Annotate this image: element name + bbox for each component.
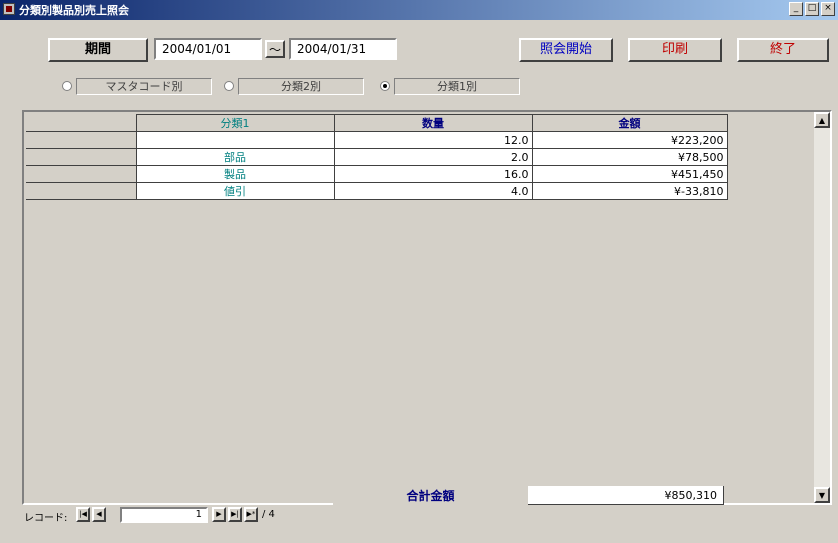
close-button[interactable]: × xyxy=(821,2,835,16)
tilde-label: 〜 xyxy=(265,40,285,58)
print-button[interactable]: 印刷 xyxy=(628,38,722,62)
scroll-up-icon[interactable]: ▲ xyxy=(814,112,830,128)
minimize-button[interactable]: _ xyxy=(789,2,803,16)
total-amount-value: ¥850,310 xyxy=(528,486,724,505)
amount-cell[interactable]: ¥223,200 xyxy=(531,131,728,149)
record-navigation: レコード: |◀ ◀ 1 ▶ ▶| ▶* / 4 xyxy=(22,506,622,524)
category-cell[interactable]: 部品 xyxy=(135,148,335,166)
row-selector[interactable] xyxy=(26,148,136,166)
column-header[interactable]: 分類1 xyxy=(135,114,335,132)
table-header-row: 分類1 数量 金額 xyxy=(26,114,728,132)
radio-label: 分類2別 xyxy=(238,78,364,95)
row-selector[interactable] xyxy=(26,165,136,183)
start-query-button[interactable]: 照会開始 xyxy=(519,38,613,62)
amount-cell[interactable]: ¥451,450 xyxy=(531,165,728,183)
table-row[interactable]: 値引 4.0 ¥-33,810 xyxy=(26,182,728,200)
app-icon xyxy=(3,3,15,15)
radio-button[interactable] xyxy=(62,81,72,91)
radio-class1[interactable]: 分類1別 xyxy=(380,78,522,96)
next-record-icon[interactable]: ▶ xyxy=(212,507,226,522)
radio-label: 分類1別 xyxy=(394,78,520,95)
exit-button[interactable]: 終了 xyxy=(737,38,829,62)
maximize-button[interactable]: □ xyxy=(805,2,819,16)
row-selector-header xyxy=(26,114,136,132)
column-header[interactable]: 数量 xyxy=(333,114,533,132)
row-selector[interactable] xyxy=(26,131,136,149)
quantity-cell[interactable]: 2.0 xyxy=(333,148,533,166)
radio-master-code[interactable]: マスタコード別 xyxy=(62,78,214,96)
last-record-icon[interactable]: ▶| xyxy=(228,507,242,522)
new-record-icon[interactable]: ▶* xyxy=(244,507,258,522)
results-table: 分類1 数量 金額 12.0 ¥223,200 部品 2.0 ¥78,500 製… xyxy=(26,114,728,200)
category-cell[interactable]: 製品 xyxy=(135,165,335,183)
radio-label: マスタコード別 xyxy=(76,78,212,95)
first-record-icon[interactable]: |◀ xyxy=(76,507,90,522)
scroll-down-icon[interactable]: ▼ xyxy=(814,487,830,503)
record-label: レコード: xyxy=(24,513,68,524)
vertical-scrollbar[interactable]: ▲ ▼ xyxy=(814,112,830,503)
table-row[interactable]: 12.0 ¥223,200 xyxy=(26,131,728,149)
record-total: / 4 xyxy=(262,509,275,520)
window-title: 分類別製品別売上照会 xyxy=(19,4,129,17)
amount-cell[interactable]: ¥-33,810 xyxy=(531,182,728,200)
radio-button[interactable] xyxy=(380,81,390,91)
category-cell[interactable] xyxy=(135,131,335,149)
quantity-cell[interactable]: 12.0 xyxy=(333,131,533,149)
radio-class2[interactable]: 分類2別 xyxy=(224,78,366,96)
date-from-field[interactable]: 2004/01/01 xyxy=(154,38,262,60)
record-number-input[interactable]: 1 xyxy=(120,507,208,523)
row-selector[interactable] xyxy=(26,182,136,200)
date-to-field[interactable]: 2004/01/31 xyxy=(289,38,397,60)
amount-cell[interactable]: ¥78,500 xyxy=(531,148,728,166)
radio-button[interactable] xyxy=(224,81,234,91)
quantity-cell[interactable]: 4.0 xyxy=(333,182,533,200)
column-header[interactable]: 金額 xyxy=(531,114,728,132)
table-row[interactable]: 製品 16.0 ¥451,450 xyxy=(26,165,728,183)
total-amount-label: 合計金額 xyxy=(333,486,528,506)
quantity-cell[interactable]: 16.0 xyxy=(333,165,533,183)
window-controls: _ □ × xyxy=(789,2,835,16)
prev-record-icon[interactable]: ◀ xyxy=(92,507,106,522)
table-row[interactable]: 部品 2.0 ¥78,500 xyxy=(26,148,728,166)
period-label: 期間 xyxy=(48,38,148,62)
datasheet: 分類1 数量 金額 12.0 ¥223,200 部品 2.0 ¥78,500 製… xyxy=(22,110,832,505)
category-cell[interactable]: 値引 xyxy=(135,182,335,200)
title-bar: 分類別製品別売上照会 _ □ × xyxy=(0,0,838,20)
